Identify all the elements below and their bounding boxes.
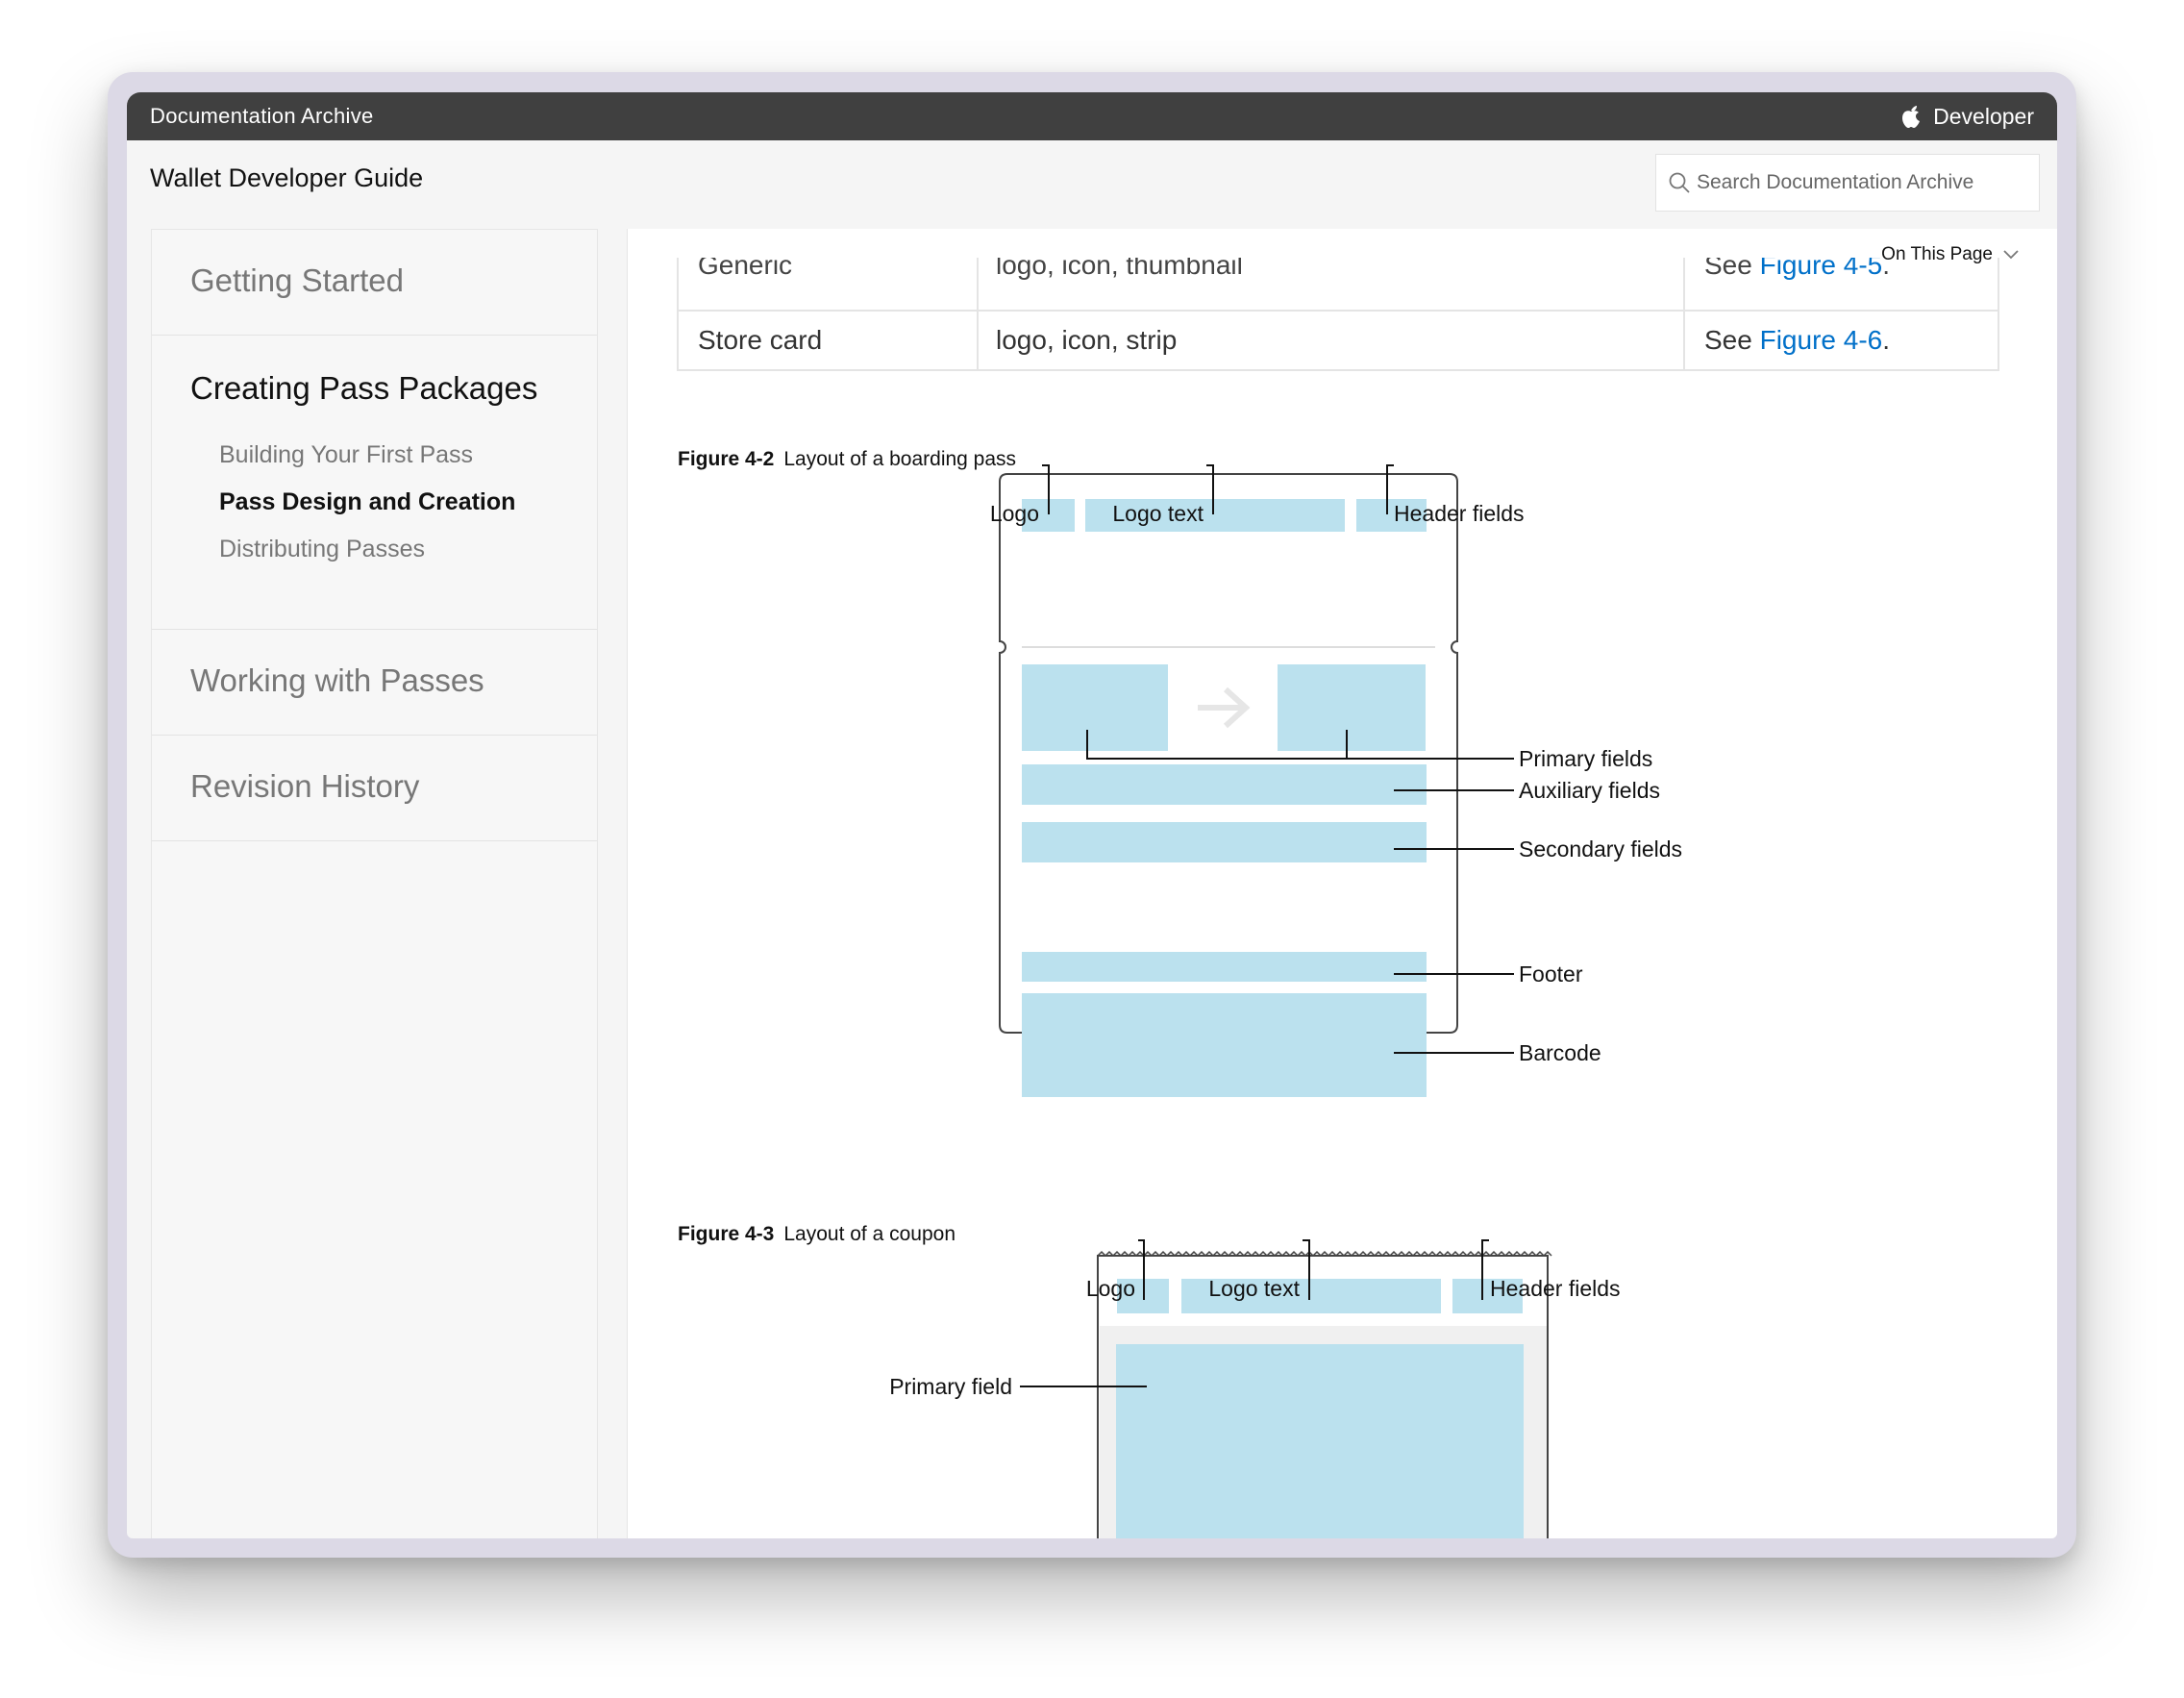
coupon-label-primary-field: Primary field [889,1374,1012,1399]
search-box[interactable] [1655,154,2040,212]
top-navigation-bar: Documentation Archive Developer [127,92,2057,140]
sidebar-section-revision-history[interactable]: Revision History [152,736,597,841]
guide-title[interactable]: Wallet Developer Guide [150,163,423,193]
guide-header: Wallet Developer Guide [127,140,2057,229]
coupon-label-logo: Logo [1086,1276,1135,1301]
sidebar-section-label: Revision History [190,768,420,804]
sidebar: Getting Started Creating Pass Packages B… [151,229,598,1538]
developer-label: Developer [1933,104,2034,129]
sidebar-section-label: Working with Passes [190,662,484,698]
search-input[interactable] [1695,170,2035,195]
documentation-archive-link[interactable]: Documentation Archive [150,92,374,140]
coupon-label-logo-text: Logo text [1208,1276,1300,1301]
sidebar-item-distributing-passes[interactable]: Distributing Passes [219,536,597,563]
sidebar-section-getting-started[interactable]: Getting Started [152,230,597,336]
developer-link[interactable]: Developer [1900,92,2034,140]
apple-logo-icon [1902,106,1921,128]
coupon-primary-field-area [1116,1344,1524,1538]
sidebar-section-working-with-passes[interactable]: Working with Passes [152,630,597,736]
coupon-diagram: Logo Logo text Header fields Primary fie… [889,1239,1621,1538]
sidebar-section-label: Getting Started [190,262,404,298]
coupon-label-header-fields: Header fields [1490,1276,1621,1301]
sidebar-section-creating-pass-packages[interactable]: Creating Pass Packages Building Your Fir… [152,336,597,630]
sidebar-section-label: Creating Pass Packages [190,370,538,406]
search-icon [1669,172,1690,193]
browser-window: Documentation Archive Developer Wallet D… [127,92,2057,1538]
sidebar-item-building-your-first-pass[interactable]: Building Your First Pass [219,441,597,469]
sidebar-item-pass-design-and-creation[interactable]: Pass Design and Creation [219,488,597,516]
main-content: Generic logo, icon, thumbnail See Figure… [627,229,2057,1538]
